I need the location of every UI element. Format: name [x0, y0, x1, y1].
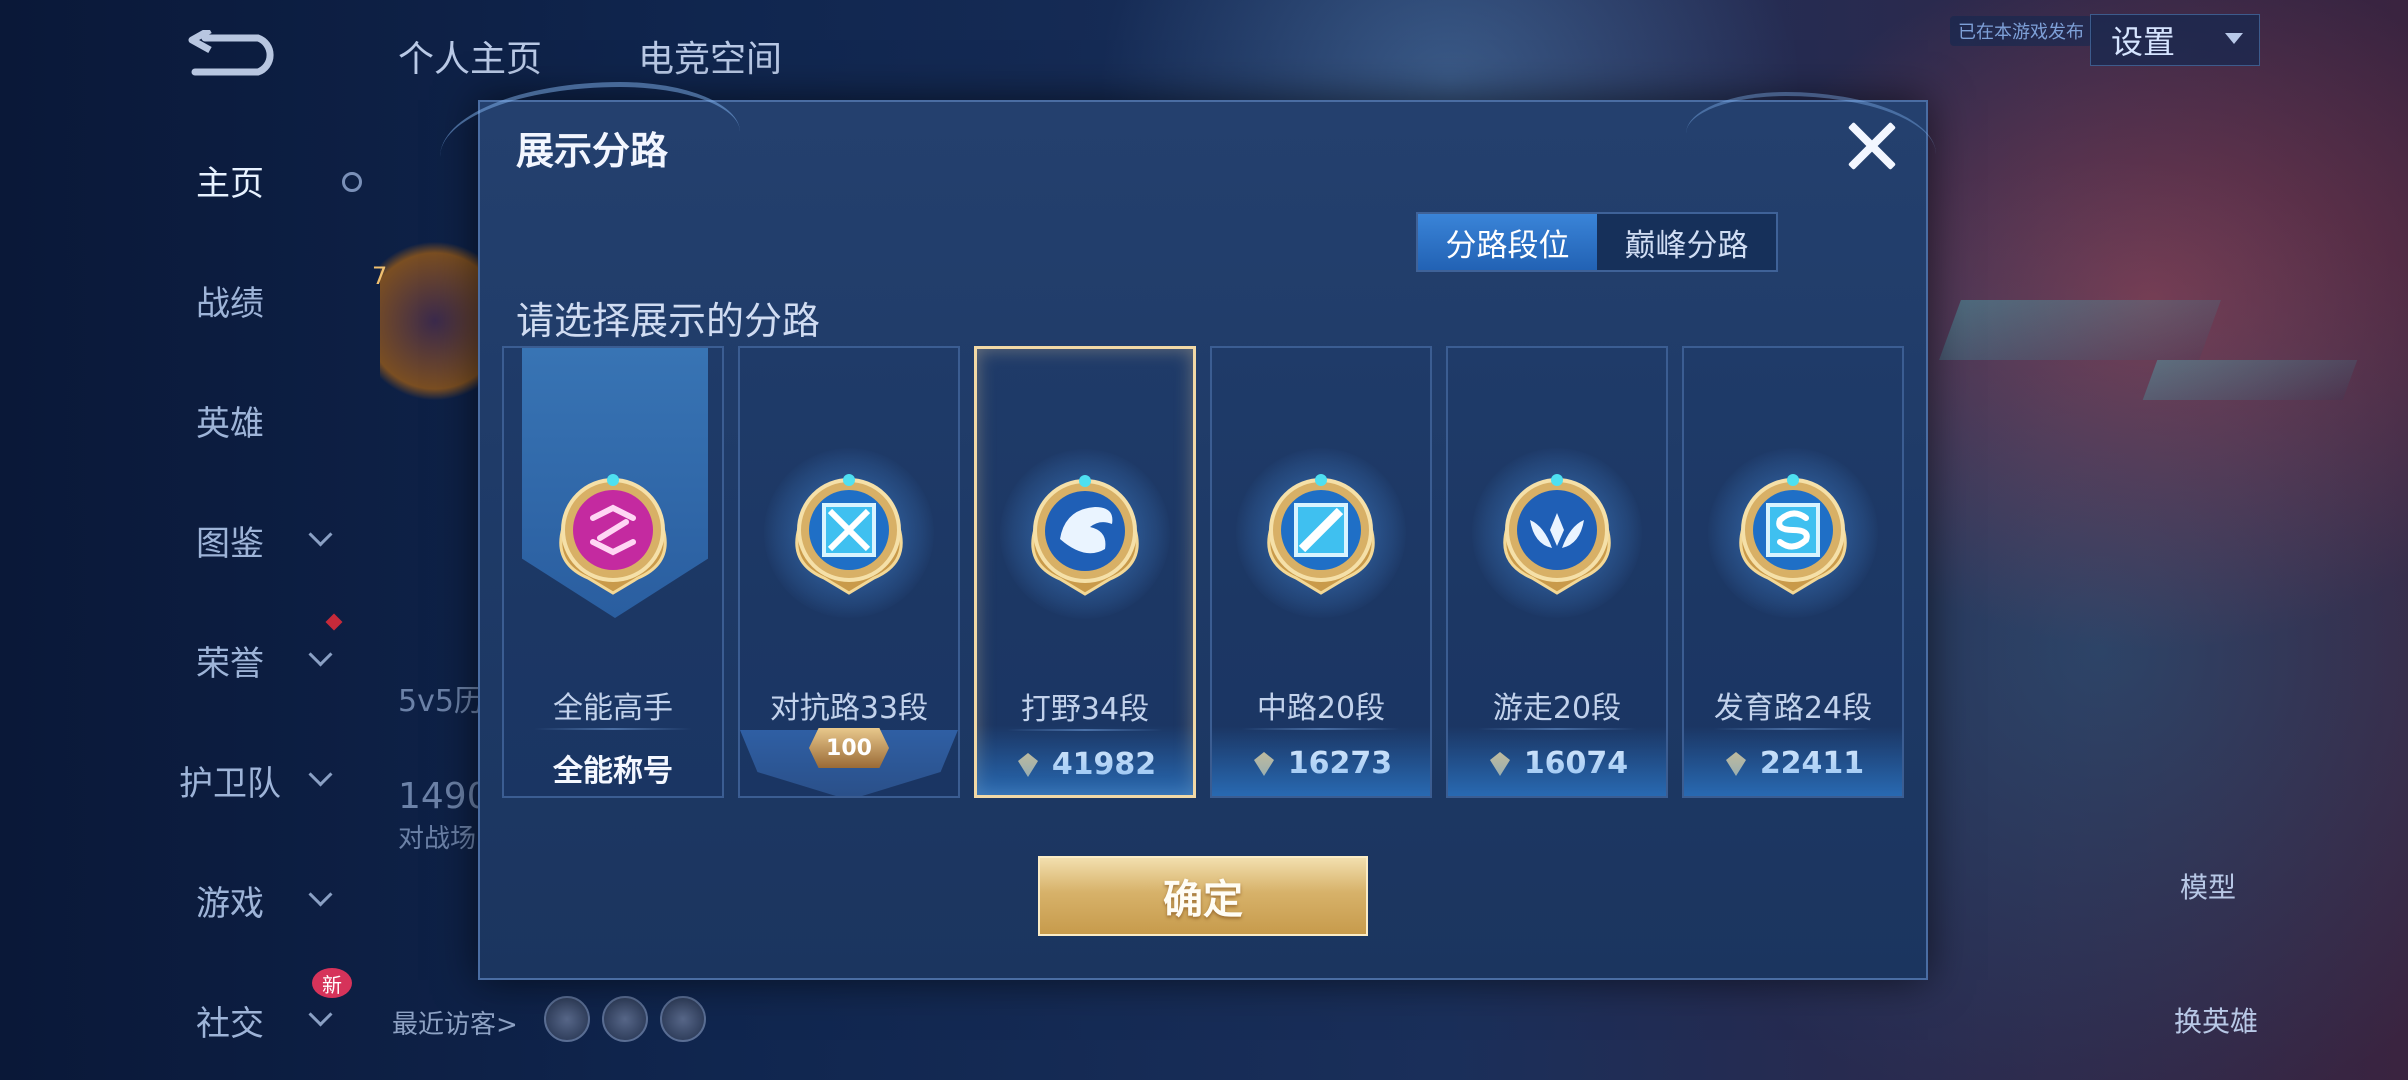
- card-glow: [977, 725, 1193, 795]
- nav-item-guard[interactable]: 护卫队: [140, 750, 340, 810]
- nav-item-record[interactable]: 战绩: [140, 270, 340, 330]
- lane-value: 全能称号: [504, 746, 722, 790]
- lane-card-jungle[interactable]: 打野34段 41982: [974, 346, 1196, 798]
- nav-item-label: 英雄: [196, 403, 264, 444]
- score-sub-text: 对战场: [398, 824, 477, 854]
- tab-peak-lane[interactable]: 巅峰分路: [1597, 214, 1776, 270]
- jungle-emblem-icon: [1031, 475, 1139, 596]
- mid-lane-emblem-icon: [1267, 474, 1375, 595]
- confirm-button[interactable]: 确定: [1038, 856, 1368, 936]
- nav-item-label: 主页: [196, 163, 264, 204]
- card-glow: [1684, 726, 1902, 796]
- lane-card-roam[interactable]: 游走20段 16074: [1446, 346, 1668, 798]
- lane-name: 发育路24段: [1713, 691, 1873, 726]
- recent-visitors-link[interactable]: 最近访客>: [392, 1004, 518, 1041]
- nav-item-game[interactable]: 游戏: [140, 870, 340, 930]
- card-glow: [1212, 726, 1430, 796]
- lane-name: 对抗路33段: [769, 691, 929, 726]
- settings-label: 设置: [2111, 23, 2176, 61]
- segment-control: 分路段位 巅峰分路: [1416, 212, 1778, 272]
- status-badge: 已在本游戏发布: [1950, 16, 2092, 46]
- change-hero-button[interactable]: 换英雄: [2174, 1000, 2258, 1040]
- lane-name: 游走20段: [1492, 691, 1622, 726]
- nav-item-label: 社交: [196, 1003, 264, 1044]
- background-crystal: [2142, 360, 2358, 400]
- dialog-title: 展示分路: [516, 129, 669, 173]
- nav-item-label: 图鉴: [196, 523, 264, 564]
- nav-item-honor[interactable]: 荣誉: [140, 630, 340, 690]
- visitor-avatar[interactable]: [602, 996, 648, 1042]
- lane-value-text: 全能称号: [553, 754, 673, 789]
- top-lane-emblem-icon: [795, 474, 903, 595]
- notification-dot: [325, 613, 343, 631]
- settings-button[interactable]: 设置: [2090, 14, 2260, 66]
- model-label: 模型: [2180, 871, 2237, 904]
- level-badge: 100: [809, 728, 889, 768]
- confirm-label: 确定: [1163, 877, 1243, 923]
- nav-item-codex[interactable]: 图鉴: [140, 510, 340, 570]
- change-hero-label: 换英雄: [2174, 1005, 2259, 1038]
- profile-avatar-frame: [380, 240, 490, 420]
- lane-name: 全能高手: [553, 691, 673, 726]
- lane-card-list: 全能高手 全能称号 对抗路33段 100 打野34段 中路20段 游走20段 发…: [502, 346, 1910, 898]
- nav-item-social[interactable]: 社交: [140, 990, 340, 1050]
- nav-item-heroes[interactable]: 英雄: [140, 390, 340, 450]
- nav-item-label: 护卫队: [179, 763, 281, 804]
- close-icon[interactable]: [1842, 116, 1902, 176]
- visitor-avatar[interactable]: [660, 996, 706, 1042]
- tab-esports[interactable]: 电竞空间: [638, 30, 782, 82]
- lane-name: 中路20段: [1256, 691, 1386, 726]
- nav-item-label: 游戏: [196, 883, 264, 924]
- nav-item-label: 战绩: [196, 283, 264, 324]
- score-text: 1490: [398, 776, 490, 817]
- card-glow: [1448, 726, 1666, 796]
- lane-card-allround[interactable]: 全能高手 全能称号: [502, 346, 724, 798]
- card-divider: [534, 728, 692, 730]
- farm-lane-emblem-icon: [1739, 474, 1847, 595]
- lane-display-dialog: 展示分路 分路段位 巅峰分路 请选择展示的分路 全能高手 全能称号 对抗路33段…: [440, 82, 1936, 980]
- dialog-subtitle: 请选择展示的分路: [516, 299, 821, 343]
- tab-profile[interactable]: 个人主页: [398, 30, 542, 82]
- nav-active-indicator: [342, 172, 362, 192]
- nav-item-label: 荣誉: [196, 643, 264, 684]
- lane-card-farm[interactable]: 发育路24段 22411: [1682, 346, 1904, 798]
- lane-card-top[interactable]: 对抗路33段 100: [738, 346, 960, 798]
- lane-card-mid[interactable]: 中路20段 16273: [1210, 346, 1432, 798]
- history-text: 5v5历: [398, 684, 484, 719]
- nav-item-home[interactable]: 主页: [140, 150, 340, 210]
- new-badge: 新: [312, 968, 352, 998]
- settings-arrow-icon: [2225, 33, 2243, 44]
- model-button[interactable]: 模型: [2180, 866, 2236, 906]
- lane-name: 打野34段: [1020, 692, 1150, 727]
- tab-lane-rank[interactable]: 分路段位: [1418, 214, 1597, 270]
- visitor-avatar[interactable]: [544, 996, 590, 1042]
- left-nav: 主页 战绩 英雄 图鉴 荣誉 护卫队 游戏 社交 新: [0, 0, 362, 1080]
- profile-level: 7: [372, 262, 388, 290]
- allround-emblem-icon: [559, 474, 667, 595]
- roam-emblem-icon: [1503, 474, 1611, 595]
- background-crystal: [1939, 300, 2221, 360]
